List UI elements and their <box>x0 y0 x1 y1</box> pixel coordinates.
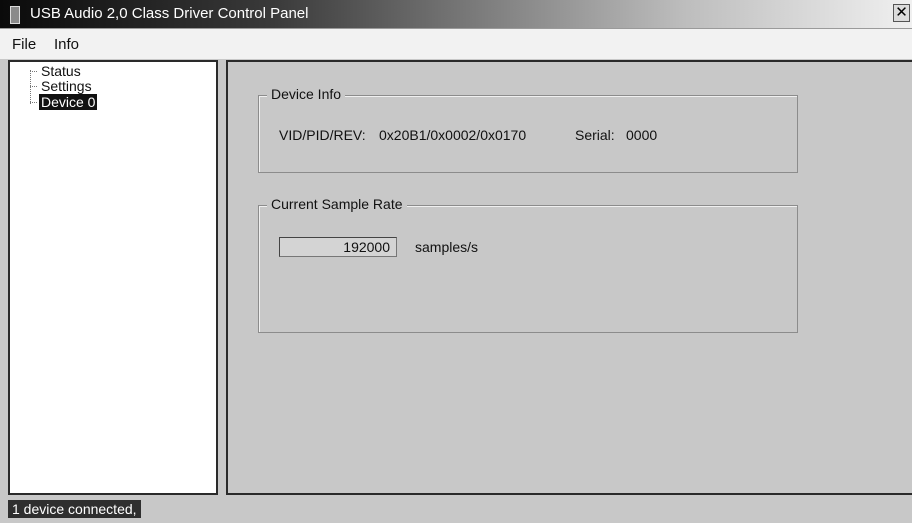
navigation-tree: Status Settings Device 0 <box>8 60 218 495</box>
serial-label: Serial: <box>575 127 615 143</box>
close-icon: ✕ <box>895 4 908 21</box>
device-info-title: Device Info <box>267 86 346 102</box>
tree-item-label: Status <box>41 63 81 79</box>
tree-item-device-0[interactable]: Device 0 <box>30 94 98 110</box>
menu-info[interactable]: Info <box>54 36 79 53</box>
device-info-group: Device Info VID/PID/REV: 0x20B1/0x0002/0… <box>258 86 798 173</box>
tree-item-status[interactable]: Status <box>30 64 83 78</box>
title-bar: USB Audio 2,0 Class Driver Control Panel… <box>0 0 912 29</box>
menu-file[interactable]: File <box>12 36 36 53</box>
close-button[interactable]: ✕ <box>893 4 910 22</box>
sample-rate-field[interactable]: 192000 <box>279 237 397 257</box>
vidpid-value: 0x20B1/0x0002/0x0170 <box>379 127 527 143</box>
serial-value: 0000 <box>626 127 658 143</box>
sample-rate-unit: samples/s <box>415 239 479 255</box>
sample-rate-title: Current Sample Rate <box>267 196 407 212</box>
window-title: USB Audio 2,0 Class Driver Control Panel <box>30 5 309 22</box>
status-bar: 1 device connected, <box>0 497 912 523</box>
sample-rate-group: Current Sample Rate 192000 samples/s <box>258 196 798 333</box>
tree-item-label: Settings <box>41 78 92 94</box>
status-text: 1 device connected, <box>8 500 141 518</box>
menu-bar: File Info <box>0 29 912 59</box>
main-panel: Device Info VID/PID/REV: 0x20B1/0x0002/0… <box>226 60 912 495</box>
tree-item-label: Device 0 <box>39 94 98 110</box>
app-icon <box>10 6 20 24</box>
tree-item-settings[interactable]: Settings <box>30 79 94 93</box>
vidpid-label: VID/PID/REV: <box>279 127 366 143</box>
